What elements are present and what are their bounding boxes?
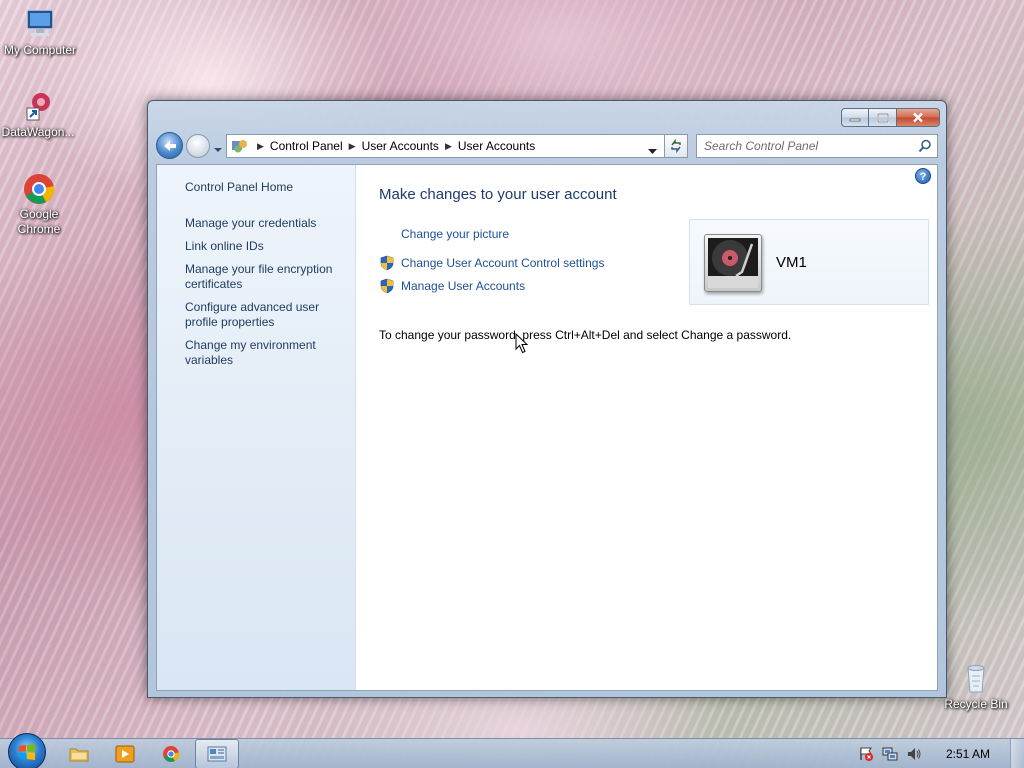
minimize-button[interactable] [841,108,869,127]
uac-shield-icon [380,255,394,271]
desktop-icon-label: Google Chrome [17,207,61,236]
user-accounts-window: ▶ Control Panel ▶ User Accounts ▶ User A… [147,100,947,698]
network-icon[interactable] [881,745,899,763]
desktop-icon-recycle-bin[interactable]: Recycle Bin [936,662,1016,712]
link-online-ids-link[interactable]: Link online IDs [185,239,345,254]
breadcrumb-control-panel[interactable]: Control Panel [270,139,343,153]
breadcrumb-separator[interactable]: ▶ [349,141,356,152]
search-icon[interactable] [918,139,932,153]
chevron-down-icon [648,149,657,154]
desktop-icon-my-computer[interactable]: My Computer [0,8,80,58]
windows-logo-icon [19,744,35,760]
close-icon [913,112,923,123]
taskbar: 2:51 AM [0,733,1024,768]
main-pane: ? Make changes to your user account Chan… [356,165,937,690]
chrome-icon [22,172,56,204]
control-panel-home-link[interactable]: Control Panel Home [185,180,345,195]
volume-icon[interactable] [905,745,923,763]
uac-shield-icon [380,278,394,294]
task-pane: Control Panel Home Manage your credentia… [157,165,356,690]
search-box[interactable] [696,134,938,158]
window-content: Control Panel Home Manage your credentia… [156,164,938,691]
shortcut-icon [21,90,55,122]
manage-user-accounts-link[interactable]: Manage User Accounts [379,278,525,294]
navigation-bar: ▶ Control Panel ▶ User Accounts ▶ User A… [156,132,938,160]
help-button[interactable]: ? [915,168,931,184]
file-encryption-certificates-link[interactable]: Manage your file encryption certificates [185,262,345,292]
manage-credentials-link[interactable]: Manage your credentials [185,216,345,231]
mouse-cursor-icon [515,332,529,357]
taskbar-chrome[interactable] [149,739,193,768]
back-arrow-icon [163,140,176,151]
task-label: Change User Account Control settings [401,256,605,270]
address-dropdown[interactable] [648,144,657,158]
turntable-avatar-icon [708,238,758,288]
account-card: VM1 [689,219,929,305]
recent-pages-dropdown[interactable] [213,142,223,156]
account-picture[interactable] [704,234,762,292]
maximize-button[interactable] [869,108,897,127]
refresh-icon [671,139,681,153]
minimize-icon [849,118,861,121]
breadcrumb-user-accounts-current[interactable]: User Accounts [458,139,535,153]
explorer-icon [69,748,89,762]
search-input[interactable] [704,139,914,153]
task-label: Manage User Accounts [401,279,526,293]
breadcrumb-user-accounts[interactable]: User Accounts [362,139,439,153]
media-player-icon [115,745,135,763]
forward-button[interactable] [186,134,210,158]
control-panel-icon [207,746,227,762]
change-uac-settings-link[interactable]: Change User Account Control settings [379,255,604,271]
taskbar-control-panel[interactable] [195,739,239,768]
start-button[interactable] [8,733,46,768]
environment-variables-link[interactable]: Change my environment variables [185,338,345,368]
refresh-button[interactable] [664,134,688,158]
breadcrumb-separator[interactable]: ▶ [445,141,452,152]
desktop-icon-label: DataWagon... [1,125,75,139]
action-center-icon[interactable] [857,745,875,763]
caption-buttons [841,108,940,127]
chrome-icon [163,746,180,762]
back-button[interactable] [156,132,183,159]
computer-icon [23,8,57,40]
control-panel-icon [229,136,251,156]
change-picture-link[interactable]: Change your picture [401,227,509,241]
page-title: Make changes to your user account [379,186,617,203]
advanced-profile-properties-link[interactable]: Configure advanced user profile properti… [185,300,345,330]
task-label: Change your picture [401,227,510,241]
breadcrumb-separator[interactable]: ▶ [257,141,264,152]
account-name: VM1 [776,254,807,271]
maximize-icon [876,112,889,123]
close-button[interactable] [897,108,940,127]
desktop-icon-label: My Computer [3,43,77,57]
taskbar-explorer[interactable] [57,739,101,768]
desktop-icon-google-chrome[interactable]: Google Chrome [0,172,79,237]
desktop-icon-label: Recycle Bin [944,697,1008,711]
taskbar-media-player[interactable] [103,739,147,768]
chevron-down-icon [214,148,222,152]
password-info-text: To change your password, press Ctrl+Alt+… [379,328,792,342]
clock[interactable]: 2:51 AM [946,747,990,761]
show-desktop-button[interactable] [1010,739,1024,768]
desktop-icon-datawagon[interactable]: DataWagon... [0,90,78,140]
system-tray: 2:51 AM [854,739,1024,768]
recycle-bin-icon [959,662,993,694]
address-bar[interactable]: ▶ Control Panel ▶ User Accounts ▶ User A… [226,134,688,158]
